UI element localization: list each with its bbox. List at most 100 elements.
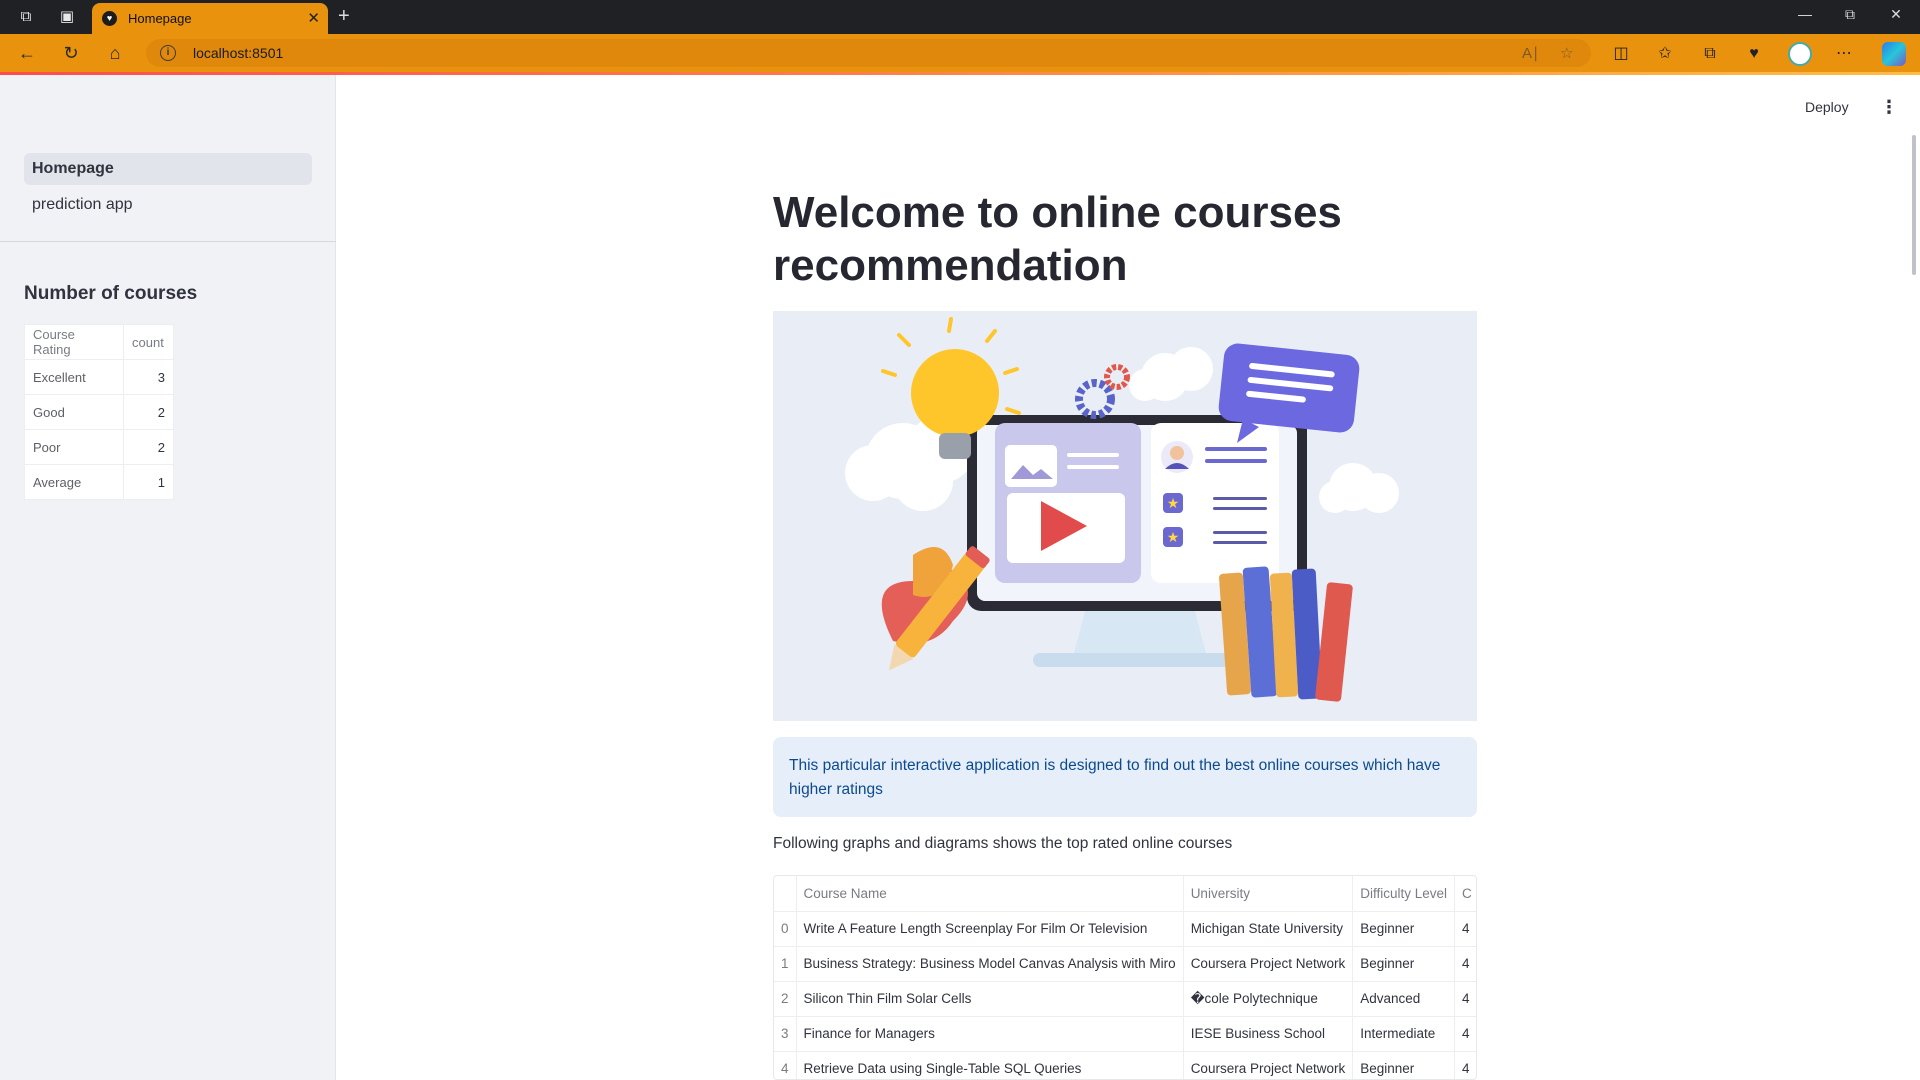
main-menu-icon[interactable]: ⋮ xyxy=(1880,97,1898,118)
sidebar-section-title: Number of courses xyxy=(24,283,198,304)
url-text[interactable]: localhost:8501 xyxy=(193,45,283,61)
table-cell[interactable]: 4 xyxy=(1454,1016,1476,1052)
svg-text:★: ★ xyxy=(1167,529,1180,545)
cloud-right-icon xyxy=(1319,463,1399,513)
site-info-icon[interactable]: i xyxy=(160,45,176,61)
info-alert: This particular interactive application … xyxy=(773,737,1477,817)
favorites-icon[interactable]: ✩ xyxy=(1654,43,1676,65)
collections-icon[interactable]: ⧉ xyxy=(1699,43,1721,65)
table-cell[interactable]: Michigan State University xyxy=(1183,911,1354,947)
courses-dataframe[interactable]: Course Name University Difficulty Level … xyxy=(773,875,1477,1080)
column-header[interactable]: count xyxy=(123,324,174,360)
column-header[interactable]: C xyxy=(1454,876,1476,912)
restore-icon[interactable]: ⧉ xyxy=(1838,6,1862,23)
column-header[interactable]: Course Name xyxy=(796,876,1184,912)
tab-actions-icon[interactable]: ▣ xyxy=(57,7,77,27)
deploy-button[interactable]: Deploy xyxy=(1805,99,1849,115)
workspaces-icon[interactable]: ⧉ xyxy=(16,7,36,27)
sidebar-divider xyxy=(0,241,336,242)
browser-tab-homepage[interactable]: ♥ Homepage ✕ xyxy=(92,3,328,34)
table-cell[interactable]: Business Strategy: Business Model Canvas… xyxy=(796,946,1184,982)
table-cell[interactable]: 4 xyxy=(1454,981,1476,1017)
read-aloud-icon[interactable]: A∣ xyxy=(1522,44,1540,62)
sidebar-item-prediction-app[interactable]: prediction app xyxy=(24,189,312,221)
table-cell[interactable]: Intermediate xyxy=(1352,1016,1456,1052)
table-cell[interactable]: �cole Polytechnique xyxy=(1183,981,1354,1017)
favorite-star-icon[interactable]: ☆ xyxy=(1560,44,1573,62)
minimize-icon[interactable]: — xyxy=(1793,6,1817,22)
row-index: 4 xyxy=(774,1051,797,1079)
table-cell[interactable]: 4 xyxy=(1454,946,1476,982)
table-cell[interactable]: 2 xyxy=(123,394,174,430)
table-cell[interactable]: Coursera Project Network xyxy=(1183,1051,1354,1079)
table-row[interactable]: 4 Retrieve Data using Single-Table SQL Q… xyxy=(774,1051,1476,1079)
browser-essentials-icon[interactable]: ♥ xyxy=(1743,43,1765,65)
table-cell[interactable]: Finance for Managers xyxy=(796,1016,1184,1052)
table-row[interactable]: 0 Write A Feature Length Screenplay For … xyxy=(774,911,1476,947)
table-cell[interactable]: 1 xyxy=(123,464,174,500)
sidebar: Homepage prediction app Number of course… xyxy=(0,75,336,1080)
url-field[interactable]: i localhost:8501 A∣ ☆ xyxy=(146,39,1591,67)
refresh-icon[interactable]: ↻ xyxy=(60,42,82,64)
column-header[interactable]: University xyxy=(1183,876,1354,912)
lightbulb-icon xyxy=(911,349,999,437)
table-cell[interactable]: Write A Feature Length Screenplay For Fi… xyxy=(796,911,1184,947)
scrollbar-thumb[interactable] xyxy=(1912,135,1916,275)
cloud-top-icon xyxy=(1129,347,1213,401)
table-row: Excellent 3 xyxy=(24,359,174,395)
table-cell[interactable]: Coursera Project Network xyxy=(1183,946,1354,982)
table-cell[interactable]: Beginner xyxy=(1352,1051,1456,1079)
online-learning-illustration: ★ ★ xyxy=(845,317,1399,702)
new-tab-icon[interactable]: + xyxy=(338,5,350,28)
table-cell[interactable]: 4 xyxy=(1454,911,1476,947)
table-cell[interactable]: IESE Business School xyxy=(1183,1016,1354,1052)
table-row[interactable]: 3 Finance for Managers IESE Business Sch… xyxy=(774,1016,1476,1052)
table-cell[interactable]: Excellent xyxy=(24,359,124,395)
lead-paragraph: Following graphs and diagrams shows the … xyxy=(773,835,1233,852)
table-cell[interactable]: Good xyxy=(24,394,124,430)
sidebar-item-homepage[interactable]: Homepage xyxy=(24,153,312,185)
table-cell[interactable]: 3 xyxy=(123,359,174,395)
table-cell[interactable]: Poor xyxy=(24,429,124,465)
column-header[interactable]: Course Rating xyxy=(24,324,124,360)
streamlit-favicon-icon: ♥ xyxy=(102,11,117,26)
window-close-icon[interactable]: ✕ xyxy=(1884,6,1908,23)
table-cell[interactable]: 2 xyxy=(123,429,174,465)
table-row[interactable]: 1 Business Strategy: Business Model Canv… xyxy=(774,946,1476,982)
table-cell[interactable]: Advanced xyxy=(1352,981,1456,1017)
close-tab-icon[interactable]: ✕ xyxy=(307,9,320,27)
home-icon[interactable]: ⌂ xyxy=(104,42,126,64)
profile-avatar[interactable] xyxy=(1788,42,1812,66)
copilot-icon[interactable] xyxy=(1882,42,1906,66)
hero-illustration: ★ ★ xyxy=(773,311,1477,721)
table-row: Average 1 xyxy=(24,464,174,500)
table-cell[interactable]: Beginner xyxy=(1352,946,1456,982)
table-header-row: Course Name University Difficulty Level … xyxy=(774,876,1476,912)
table-cell[interactable]: Average xyxy=(24,464,124,500)
row-index: 3 xyxy=(774,1016,797,1052)
books-icon xyxy=(1219,566,1353,702)
courses-table: Course Name University Difficulty Level … xyxy=(774,876,1476,1079)
table-row: Good 2 xyxy=(24,394,174,430)
table-cell[interactable]: Silicon Thin Film Solar Cells xyxy=(796,981,1184,1017)
table-cell[interactable]: Beginner xyxy=(1352,911,1456,947)
browser-tab-bar: ⧉ ▣ ♥ Homepage ✕ + — ⧉ ✕ xyxy=(0,0,1920,34)
page-title: Welcome to online courses recommendation xyxy=(773,188,1342,290)
svg-text:★: ★ xyxy=(1167,495,1180,511)
row-index: 2 xyxy=(774,981,797,1017)
chat-bubble-icon xyxy=(1218,343,1360,433)
table-cell[interactable]: 4 xyxy=(1454,1051,1476,1079)
course-rating-count-table[interactable]: Course Rating count Excellent 3 Good 2 Poo… xyxy=(24,324,174,500)
table-header-row: Course Rating count xyxy=(24,324,174,360)
column-header[interactable]: Difficulty Level xyxy=(1352,876,1456,912)
table-row: Poor 2 xyxy=(24,429,174,465)
row-index: 1 xyxy=(774,946,797,982)
table-row[interactable]: 2 Silicon Thin Film Solar Cells �cole Po… xyxy=(774,981,1476,1017)
gear-icon xyxy=(1075,379,1115,419)
table-cell[interactable]: Retrieve Data using Single-Table SQL Que… xyxy=(796,1051,1184,1079)
split-screen-icon[interactable]: ◫ xyxy=(1610,43,1632,65)
tab-title: Homepage xyxy=(128,11,192,26)
back-icon[interactable]: ← xyxy=(16,42,38,64)
more-options-icon[interactable]: ⋯ xyxy=(1833,43,1855,65)
index-header[interactable] xyxy=(774,876,797,912)
